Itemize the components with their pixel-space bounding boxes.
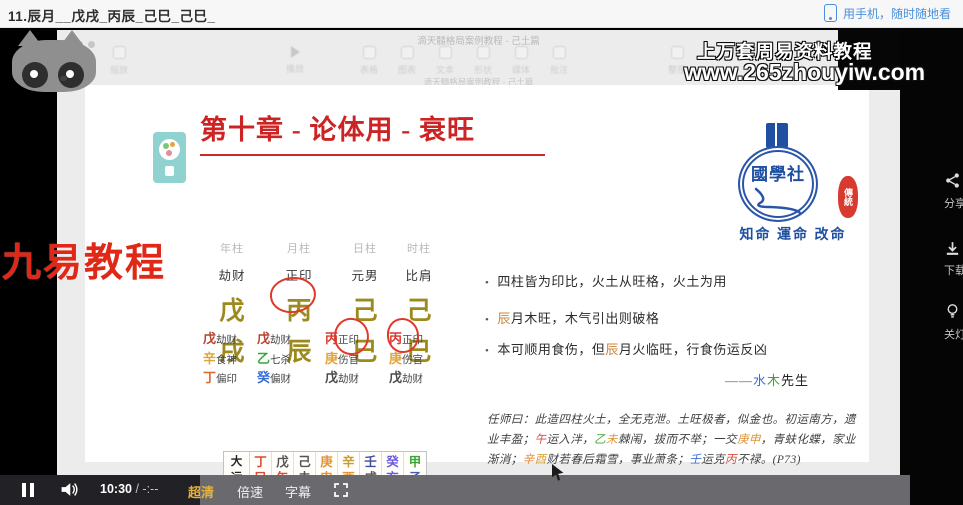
- page-title: 11.辰月__戊戌_丙辰_己巳_己巳_: [8, 9, 216, 24]
- phone-icon: [824, 4, 837, 22]
- subtitle-button[interactable]: 字幕: [285, 482, 311, 501]
- logo-red-stamp: 傳統: [838, 176, 858, 218]
- pause-button[interactable]: [22, 483, 34, 497]
- cat-mascot-logo: [2, 30, 104, 94]
- share-icon[interactable]: [944, 172, 961, 189]
- time-display: 10:30 / -:--: [100, 482, 159, 496]
- watermark-left: 九易教程: [2, 242, 167, 285]
- chart-icon: [400, 46, 414, 59]
- slide-canvas: 第十章 - 论体用 - 衰旺 國學社 傳統 知命 運命 改命 年柱 劫财 戊 戌: [85, 85, 869, 489]
- toolbar-text-button[interactable]: 文本: [425, 46, 465, 76]
- mobile-promo-link[interactable]: 用手机，随时随地看: [824, 4, 963, 22]
- share-button[interactable]: 分享: [944, 195, 963, 211]
- hidden-stems-month: 戊劫财 乙七杀 癸偏财: [257, 331, 292, 385]
- fullscreen-icon[interactable]: [333, 482, 349, 498]
- attribution: ——水木先生: [725, 373, 810, 388]
- bullet-3: • 本可顺用食伤，但辰月火临旺，行食伤运反凶: [485, 342, 768, 357]
- commentary-paragraph: 任师曰：此造四柱火土，全无克泄。土旺极者，似金也。初运南方，遗业丰盈；午运入泮，…: [487, 414, 856, 466]
- logo-motto: 知命 運命 改命: [739, 228, 847, 243]
- logo-squiggle: [754, 187, 802, 215]
- media-icon: [514, 46, 528, 59]
- toolbar-media-button[interactable]: 媒体: [501, 46, 541, 76]
- arrange-icon: [670, 46, 684, 59]
- shape-icon: [476, 46, 490, 59]
- toolbar-table-button[interactable]: 表格: [349, 46, 389, 76]
- speed-button[interactable]: 倍速: [237, 482, 263, 501]
- title-underline: [200, 154, 545, 156]
- download-button[interactable]: 下载: [944, 262, 963, 278]
- slide-title: 第十章 - 论体用 - 衰旺: [200, 115, 475, 145]
- toolbar-comment-button[interactable]: 批注: [539, 46, 579, 76]
- browser-top-bar: 11.辰月__戊戌_丙辰_己巳_己巳_ 用手机，随时随地看: [0, 0, 963, 28]
- text-icon: [438, 46, 452, 59]
- volume-icon[interactable]: [60, 481, 79, 498]
- comment-icon: [552, 46, 566, 59]
- light-off-icon[interactable]: [944, 302, 961, 319]
- video-stage[interactable]: 滴天髓格局案例教程 - 己土篇 视图 缩放 播放 表格 图表: [0, 28, 963, 505]
- light-off-button[interactable]: 关灯: [944, 326, 963, 342]
- presentation-app-window: 滴天髓格局案例教程 - 己土篇 视图 缩放 播放 表格 图表: [57, 30, 900, 489]
- bullet-1: • 四柱皆为印比，火土从旺格，火土为用: [485, 274, 727, 289]
- table-icon: [362, 46, 376, 59]
- bullet-2: • 辰月木旺，木气引出则破格: [485, 311, 660, 326]
- toolbar-play-button[interactable]: 播放: [275, 46, 315, 75]
- watermark-url: www.265zhouyiw.com: [684, 59, 926, 85]
- lightbulb-icon: [153, 132, 186, 183]
- toolbar-chart-button[interactable]: 图表: [387, 46, 427, 76]
- zoom-icon: [112, 46, 126, 59]
- quality-button[interactable]: 超清: [188, 482, 214, 501]
- toolbar-shape-button[interactable]: 形状: [463, 46, 503, 76]
- logo-square-seal: [766, 123, 788, 148]
- logo-seal-text: 國學社: [751, 165, 805, 184]
- toolbar-zoom-button[interactable]: 缩放: [99, 46, 139, 76]
- play-icon: [290, 46, 300, 58]
- download-icon[interactable]: [944, 240, 961, 257]
- promo-text: 用手机，随时随地看: [843, 6, 952, 21]
